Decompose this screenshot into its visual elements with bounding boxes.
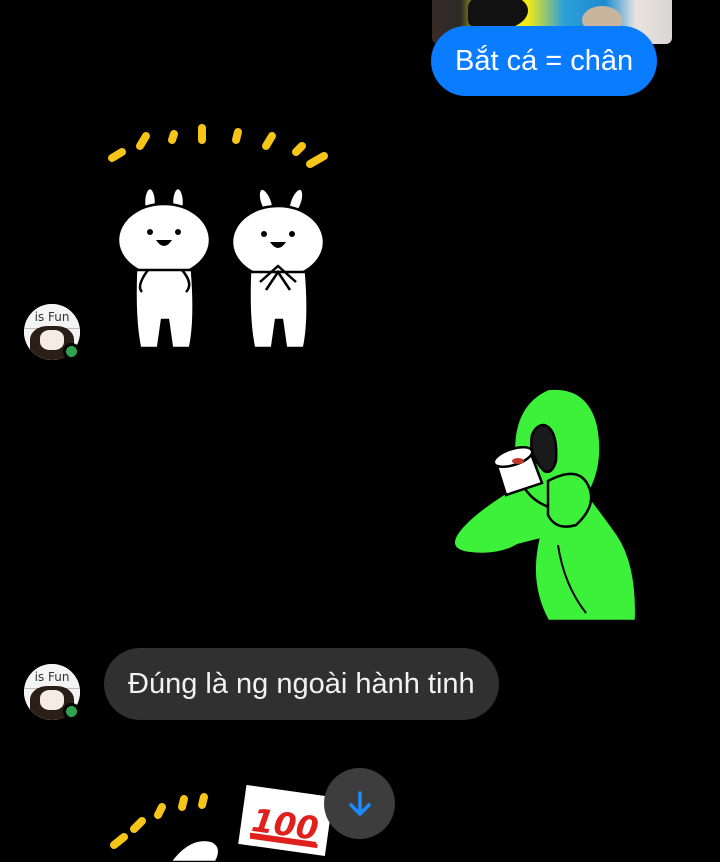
hundred-sticker[interactable]: 100 [100, 785, 340, 862]
chat-screen: Bắt cá = chân is Fun is Fun Đúng là ng n… [0, 0, 720, 862]
outgoing-message-text: Bắt cá = chân [455, 44, 634, 77]
incoming-message-text: Đúng là ng ngoài hành tinh [128, 667, 475, 700]
contact-avatar[interactable]: is Fun [24, 304, 80, 360]
online-status-indicator [63, 343, 80, 360]
online-status-indicator-2 [63, 703, 80, 720]
alien-sticker[interactable] [448, 385, 643, 625]
bunnies-sticker[interactable] [100, 120, 340, 355]
contact-avatar-2[interactable]: is Fun [24, 664, 80, 720]
incoming-message-bubble[interactable]: Đúng là ng ngoài hành tinh [104, 648, 499, 720]
outgoing-message-bubble[interactable]: Bắt cá = chân [431, 26, 658, 96]
arrow-down-icon [348, 790, 371, 816]
scroll-to-bottom-button[interactable] [324, 768, 395, 839]
